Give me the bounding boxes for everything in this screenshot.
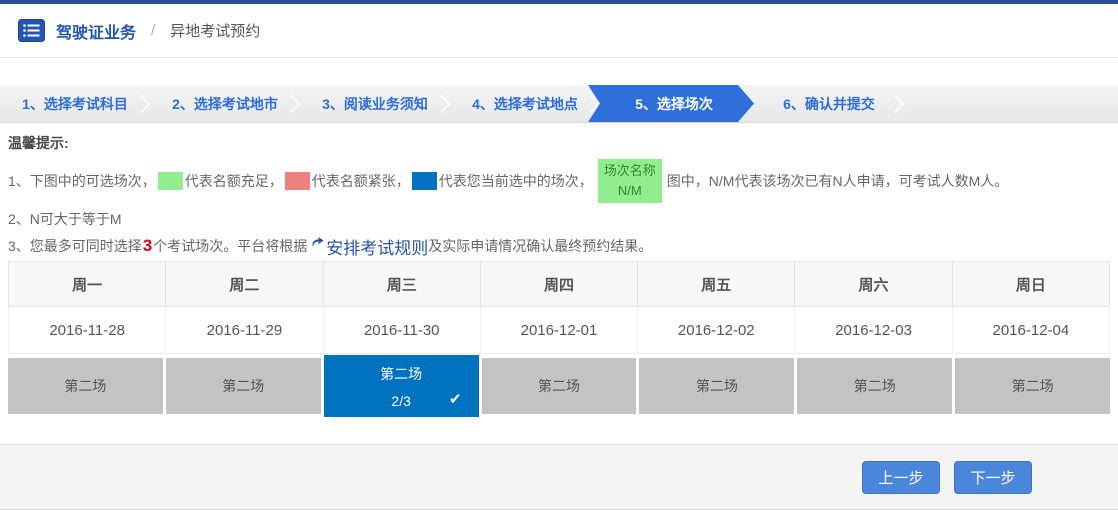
- tip3-mid: 个考试场次。平台将根据: [153, 236, 307, 256]
- session-label: 第二场: [380, 364, 422, 384]
- exam-rules-link-text[interactable]: 安排考试规则: [326, 234, 428, 259]
- tip1-legend-green-text: 代表名额充足，: [185, 171, 283, 191]
- share-arrow-icon: [307, 236, 326, 256]
- session-label: 第二场: [538, 376, 580, 396]
- page-header: 驾驶证业务 / 异地考试预约: [0, 4, 1118, 58]
- date-row: 2016-11-282016-11-292016-11-302016-12-01…: [8, 307, 1110, 354]
- session-cell-selected[interactable]: 第二场 2/3 ✔: [324, 355, 479, 417]
- session-label: 第二场: [222, 376, 264, 396]
- date-cell: 2016-12-03: [795, 307, 952, 353]
- next-step-button[interactable]: 下一步: [954, 461, 1032, 494]
- step-tab-6[interactable]: 6、确认并提交: [754, 85, 904, 122]
- tip-line-2: 2、N可大于等于M: [8, 209, 1110, 229]
- date-cell: 2016-12-02: [638, 307, 795, 353]
- tip1-prefix: 1、下图中的可选场次，: [8, 171, 156, 191]
- step-tab-label: 1、选择考试科目: [22, 94, 128, 114]
- session-label: 第二场: [64, 376, 106, 396]
- max-select-count: 3: [143, 236, 152, 256]
- weekday-header-row: 周一周二周三周四周五周六周日: [8, 261, 1110, 307]
- step-tab-label: 2、选择考试地市: [172, 94, 278, 114]
- session-cell[interactable]: 第二场: [166, 358, 321, 414]
- tips-title: 温馨提示:: [8, 133, 1110, 151]
- date-cell: 2016-12-04: [953, 307, 1110, 353]
- step-tab-1[interactable]: 1、选择考试科目: [0, 85, 150, 122]
- session-label: 第二场: [696, 376, 738, 396]
- weekday-cell: 周一: [9, 262, 166, 306]
- list-icon: [18, 19, 45, 42]
- weekday-cell: 周四: [481, 262, 638, 306]
- tip-line-1: 1、下图中的可选场次， 代表名额充足， 代表名额紧张， 代表您当前选中的场次， …: [8, 157, 1110, 205]
- date-cell: 2016-12-01: [481, 307, 638, 353]
- session-cell[interactable]: 第二场: [8, 358, 163, 414]
- step-tab-label: 4、选择考试地点: [472, 94, 578, 114]
- date-cell: 2016-11-30: [324, 307, 481, 353]
- tip1-legend-red-text: 代表名额紧张，: [312, 171, 410, 191]
- weekday-cell: 周二: [166, 262, 323, 306]
- prev-step-button[interactable]: 上一步: [862, 461, 940, 494]
- step-tab-label: 6、确认并提交: [783, 94, 875, 114]
- step-tab-5[interactable]: 5、选择场次: [588, 85, 754, 122]
- checkmark-icon: ✔: [449, 390, 462, 408]
- step-tab-label: 5、选择场次: [635, 94, 713, 114]
- tip3-suffix: 及实际申请情况确认最终预约结果。: [428, 236, 652, 256]
- session-row: 第二场第二场第二场2/3✔第二场第二场第二场第二场: [8, 355, 1110, 417]
- step-tab-2[interactable]: 2、选择考试地市: [150, 85, 300, 122]
- tip1-legend-blue-text: 代表您当前选中的场次，: [439, 171, 593, 191]
- tip1-suffix: 图中，N/M代表该场次已有N人申请，可考试人数M人。: [667, 171, 1008, 191]
- step-tab-label: 3、阅读业务须知: [322, 94, 428, 114]
- weekday-cell: 周日: [953, 262, 1110, 306]
- tip3-prefix: 3、您最多可同时选择: [8, 236, 142, 256]
- breadcrumb-current: 异地考试预约: [170, 20, 260, 41]
- sample-box-title: 场次名称: [598, 161, 662, 181]
- breadcrumb-separator: /: [151, 22, 155, 39]
- session-label: 第二场: [1012, 376, 1054, 396]
- schedule-table: 周一周二周三周四周五周六周日 2016-11-282016-11-292016-…: [8, 261, 1110, 417]
- date-cell: 2016-11-28: [9, 307, 166, 353]
- step-tab-3[interactable]: 3、阅读业务须知: [300, 85, 450, 122]
- weekday-cell: 周五: [638, 262, 795, 306]
- steps-bar: 1、选择考试科目 2、选择考试地市 3、阅读业务须知 4、选择考试地点 5、选择场次 6、…: [0, 85, 1118, 123]
- legend-blue-swatch: [412, 172, 437, 190]
- session-cell[interactable]: 第二场: [955, 358, 1110, 414]
- session-label: 第二场: [854, 376, 896, 396]
- tip-line-3: 3、您最多可同时选择 3 个考试场次。平台将根据 安排考试规则 及实际申请情况确…: [8, 233, 1110, 259]
- session-count: 2/3: [391, 393, 410, 409]
- exam-rules-link[interactable]: 安排考试规则: [307, 234, 428, 259]
- sample-box-ratio: N/M: [598, 181, 662, 201]
- date-cell: 2016-11-29: [166, 307, 323, 353]
- footer-bar: 上一步 下一步: [0, 444, 1118, 510]
- weekday-cell: 周六: [795, 262, 952, 306]
- tips-section: 温馨提示: 1、下图中的可选场次， 代表名额充足， 代表名额紧张， 代表您当前选…: [0, 123, 1118, 259]
- session-cell[interactable]: 第二场: [482, 358, 637, 414]
- session-cell[interactable]: 第二场: [639, 358, 794, 414]
- legend-green-swatch: [158, 172, 183, 190]
- weekday-cell: 周三: [324, 262, 481, 306]
- session-sample-box: 场次名称 N/M: [598, 159, 662, 203]
- breadcrumb-section[interactable]: 驾驶证业务: [56, 19, 136, 43]
- legend-red-swatch: [285, 172, 310, 190]
- step-tab-4[interactable]: 4、选择考试地点: [450, 85, 600, 122]
- session-cell[interactable]: 第二场: [797, 358, 952, 414]
